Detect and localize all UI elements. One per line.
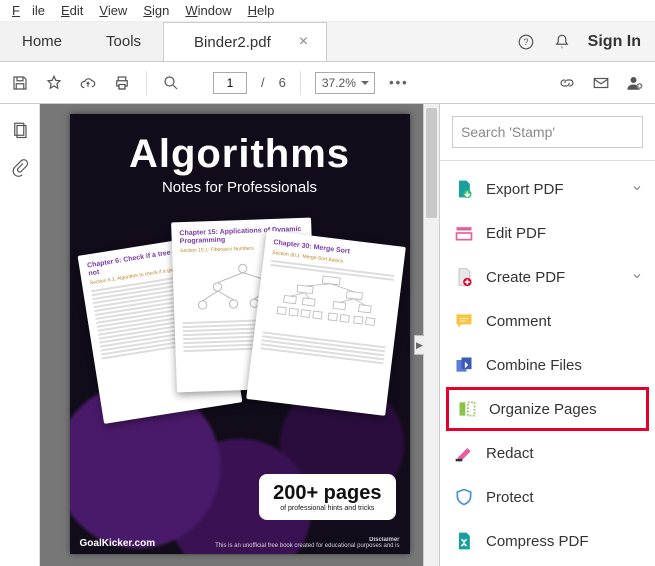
cover-title: Algorithms [70, 132, 410, 177]
tool-organize-pages[interactable]: Organize Pages [446, 387, 649, 431]
scrollbar-thumb[interactable] [426, 108, 437, 218]
document-scrollbar[interactable]: ▶ [423, 104, 439, 566]
page-number-input[interactable] [213, 72, 247, 94]
menu-help[interactable]: Help [242, 3, 281, 18]
menu-view[interactable]: View [93, 3, 133, 18]
zoom-icon[interactable] [161, 73, 181, 93]
organize-pages-icon [457, 399, 477, 419]
menu-edit[interactable]: Edit [55, 3, 89, 18]
tool-create-pdf[interactable]: Create PDF [440, 255, 655, 299]
tool-label: Redact [486, 445, 534, 462]
chevron-down-icon [631, 269, 643, 286]
tools-panel: Search 'Stamp' Export PDF Edit PDF Creat… [439, 104, 655, 566]
sign-in-link[interactable]: Sign In [588, 33, 641, 51]
tool-compress-pdf[interactable]: Compress PDF [440, 519, 655, 563]
help-icon[interactable]: ? [516, 32, 536, 52]
zoom-select[interactable]: 37.2% [315, 72, 375, 94]
tool-export-pdf[interactable]: Export PDF [440, 167, 655, 211]
svg-text:?: ? [523, 37, 528, 47]
bell-icon[interactable] [552, 32, 572, 52]
tools-search-input[interactable]: Search 'Stamp' [452, 116, 643, 148]
left-rail [0, 104, 40, 566]
add-user-icon[interactable] [625, 73, 645, 93]
combine-files-icon [454, 355, 474, 375]
tab-tools[interactable]: Tools [84, 22, 163, 61]
tool-label: Organize Pages [489, 401, 597, 418]
tool-edit-pdf[interactable]: Edit PDF [440, 211, 655, 255]
menu-window[interactable]: Window [179, 3, 237, 18]
tool-protect[interactable]: Protect [440, 475, 655, 519]
export-pdf-icon [454, 179, 474, 199]
thumbnails-icon[interactable] [10, 120, 30, 140]
more-icon[interactable]: ••• [389, 73, 409, 93]
cloud-upload-icon[interactable] [78, 73, 98, 93]
page-total: 6 [279, 75, 286, 90]
tool-label: Protect [486, 489, 534, 506]
save-icon[interactable] [10, 73, 30, 93]
page-separator: / [261, 75, 265, 90]
mail-icon[interactable] [591, 73, 611, 93]
tool-label: Combine Files [486, 357, 582, 374]
tab-home[interactable]: Home [0, 22, 84, 61]
toolbar: / 6 37.2% ••• [0, 62, 655, 104]
tool-label: Compress PDF [486, 533, 589, 550]
star-icon[interactable] [44, 73, 64, 93]
comment-icon [454, 311, 474, 331]
tool-comment[interactable]: Comment [440, 299, 655, 343]
menu-file[interactable]: File [6, 3, 51, 18]
cover-disclaimer: DisclaimerThis is an unofficial free boo… [215, 537, 399, 549]
compress-pdf-icon [454, 531, 474, 551]
main-area: Algorithms Notes for Professionals Chapt… [0, 104, 655, 566]
tab-document[interactable]: Binder2.pdf × [163, 22, 327, 61]
edit-pdf-icon [454, 223, 474, 243]
pdf-page-1: Algorithms Notes for Professionals Chapt… [70, 114, 410, 554]
tool-combine-files[interactable]: Combine Files [440, 343, 655, 387]
tool-label: Edit PDF [486, 225, 546, 242]
redact-icon [454, 443, 474, 463]
menu-sign[interactable]: Sign [137, 3, 175, 18]
tab-document-label: Binder2.pdf [194, 34, 271, 51]
tab-bar: Home Tools Binder2.pdf × ? Sign In [0, 22, 655, 62]
print-icon[interactable] [112, 73, 132, 93]
tool-label: Comment [486, 313, 551, 330]
cover-subtitle: Notes for Professionals [70, 179, 410, 196]
create-pdf-icon [454, 267, 474, 287]
page-count-badge: 200+ pages of professional hints and tri… [259, 474, 395, 520]
tool-label: Create PDF [486, 269, 565, 286]
menu-bar: File Edit View Sign Window Help [0, 0, 655, 22]
link-icon[interactable] [557, 73, 577, 93]
chevron-down-icon [631, 181, 643, 198]
sample-page-3: Chapter 30: Merge Sort Section 30.1: Mer… [246, 230, 406, 416]
cover-site: GoalKicker.com [80, 538, 156, 549]
protect-icon [454, 487, 474, 507]
document-view[interactable]: Algorithms Notes for Professionals Chapt… [40, 104, 439, 566]
attachment-icon[interactable] [10, 158, 30, 178]
tool-redact[interactable]: Redact [440, 431, 655, 475]
tool-label: Export PDF [486, 181, 564, 198]
tab-close-icon[interactable]: × [299, 33, 308, 51]
panel-collapse-icon[interactable]: ▶ [414, 335, 424, 355]
